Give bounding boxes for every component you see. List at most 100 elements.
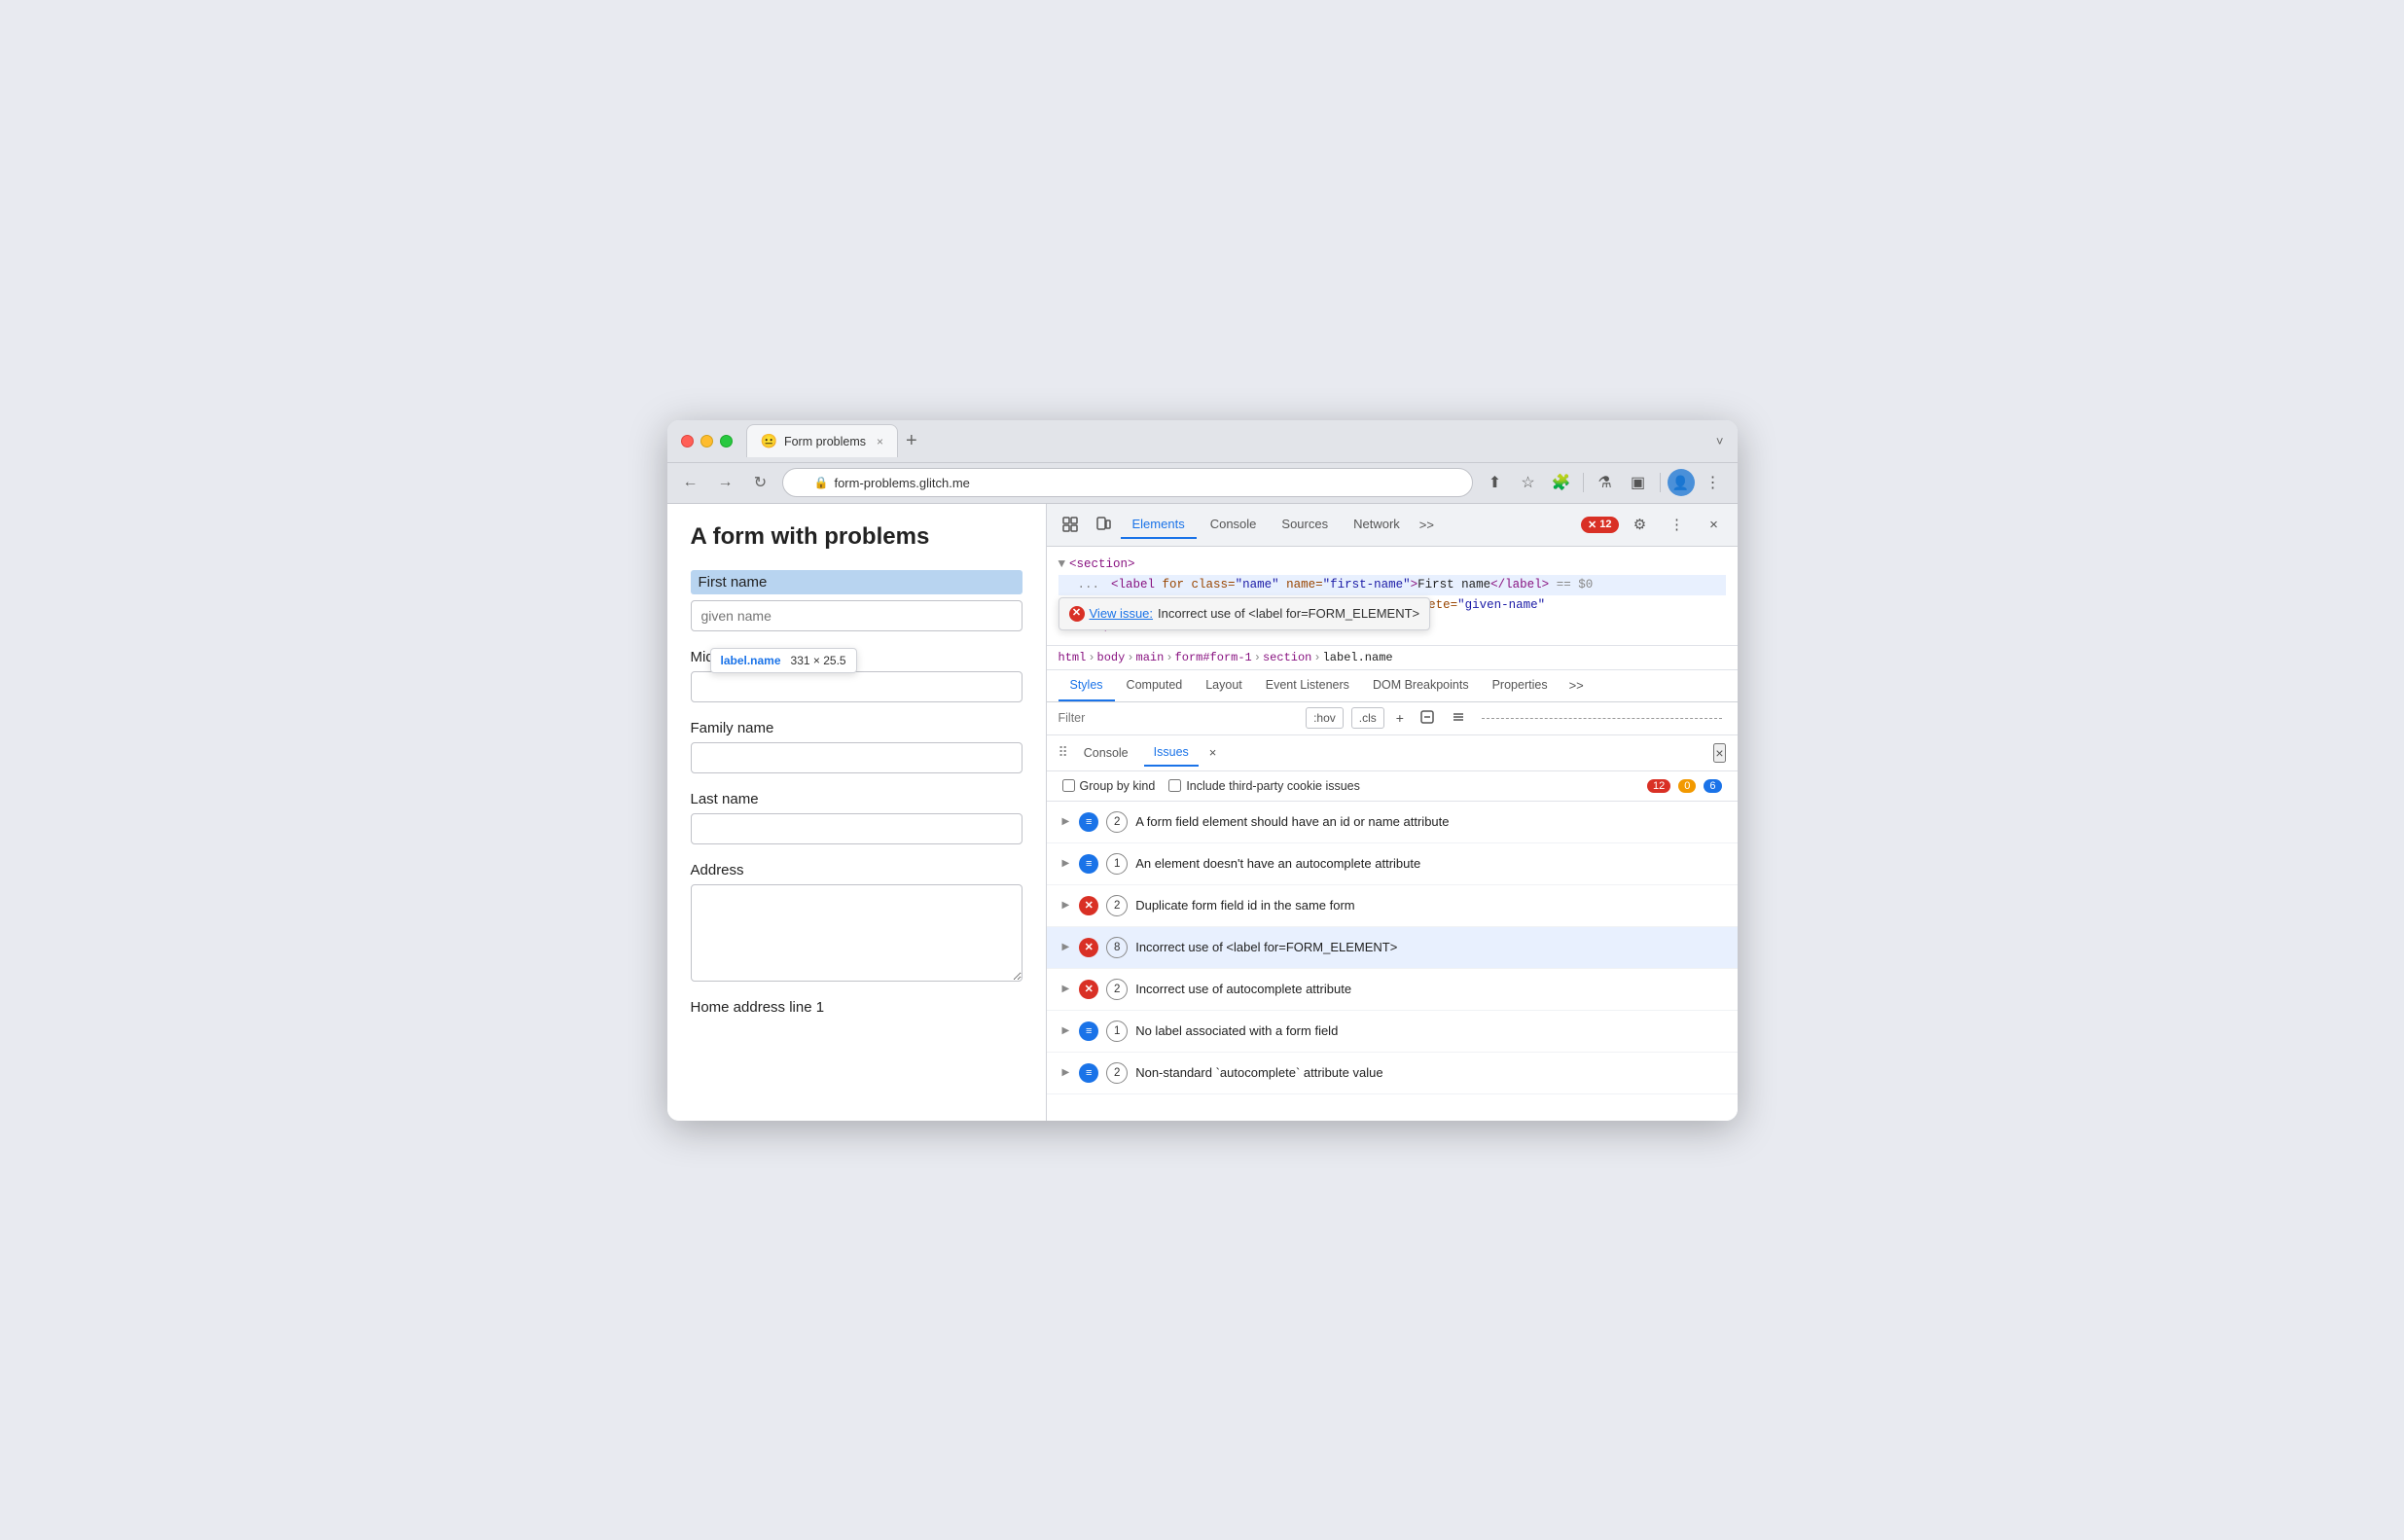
profile-button[interactable]: 👤 <box>1668 469 1695 496</box>
issues-filter-bar: Group by kind Include third-party cookie… <box>1047 771 1738 802</box>
group-by-kind-label[interactable]: Group by kind <box>1062 779 1156 793</box>
back-button[interactable]: ← <box>677 469 704 496</box>
breadcrumb-label[interactable]: label.name <box>1323 651 1393 664</box>
devtools-more-button[interactable]: ⋮ <box>1662 509 1693 540</box>
sub-tab-event-listeners[interactable]: Event Listeners <box>1254 670 1361 701</box>
element-picker-button[interactable] <box>1055 509 1086 540</box>
add-style-rule-button[interactable]: + <box>1392 708 1408 728</box>
issue-type-icon: ≡ <box>1079 854 1098 874</box>
issue-expand-icon[interactable]: ▶ <box>1062 942 1070 952</box>
drag-handle[interactable]: ⠿ <box>1058 744 1068 761</box>
new-tab-button[interactable]: + <box>898 430 925 452</box>
force-state-button[interactable] <box>1416 707 1439 730</box>
devtools-tab-elements[interactable]: Elements <box>1121 511 1197 539</box>
lock-icon: 🔒 <box>814 476 829 489</box>
devtools-tab-more[interactable]: >> <box>1414 518 1440 532</box>
sub-tab-dom-breakpoints[interactable]: DOM Breakpoints <box>1361 670 1481 701</box>
forward-button[interactable]: → <box>712 469 739 496</box>
third-party-text: Include third-party cookie issues <box>1186 779 1360 793</box>
issue-row[interactable]: ▶ ≡ 2 A form field element should have a… <box>1047 802 1738 843</box>
issue-expand-icon[interactable]: ▶ <box>1062 1067 1070 1078</box>
bottom-tab-issues[interactable]: Issues <box>1144 739 1199 767</box>
address-text: form-problems.glitch.me <box>834 476 969 490</box>
issue-label: Non-standard `autocomplete` attribute va… <box>1135 1065 1721 1080</box>
close-traffic-light[interactable] <box>681 435 694 448</box>
browser-tab[interactable]: 😐 Form problems × <box>746 424 899 457</box>
class-button[interactable]: .cls <box>1351 707 1384 729</box>
filter-input[interactable] <box>1058 711 1299 725</box>
issues-counts: 12 0 6 <box>1647 779 1722 793</box>
share-button[interactable]: ⬆ <box>1481 468 1510 497</box>
error-count-number: 12 <box>1647 779 1670 793</box>
issue-expand-icon[interactable]: ▶ <box>1062 816 1070 827</box>
breadcrumb-body[interactable]: body <box>1097 651 1126 664</box>
issue-row[interactable]: ▶ ✕ 2 Duplicate form field id in the sam… <box>1047 885 1738 927</box>
issue-expand-icon[interactable]: ▶ <box>1062 984 1070 994</box>
device-toolbar-button[interactable] <box>1088 509 1119 540</box>
devtools-tab-network[interactable]: Network <box>1342 511 1412 539</box>
title-bar: 😐 Form problems × + ˅ <box>667 420 1738 463</box>
bookmark-button[interactable]: ☆ <box>1514 468 1543 497</box>
filter-bar: :hov .cls + <box>1047 702 1738 735</box>
sub-tab-properties[interactable]: Properties <box>1481 670 1560 701</box>
pseudo-class-button[interactable]: :hov <box>1306 707 1344 729</box>
dom-line-label[interactable]: ... <label for class="name" name="first-… <box>1058 575 1726 595</box>
error-count: 12 <box>1599 519 1611 530</box>
third-party-label[interactable]: Include third-party cookie issues <box>1168 779 1360 793</box>
family-name-input[interactable] <box>691 742 1023 773</box>
breadcrumb-form[interactable]: form#form-1 <box>1175 651 1252 664</box>
last-name-input[interactable] <box>691 813 1023 844</box>
labs-button[interactable]: ⚗ <box>1591 468 1620 497</box>
breadcrumb-html[interactable]: html <box>1058 651 1087 664</box>
issue-expand-icon[interactable]: ▶ <box>1062 1025 1070 1036</box>
issue-row[interactable]: ▶ ≡ 1 No label associated with a form fi… <box>1047 1011 1738 1053</box>
issue-expand-icon[interactable]: ▶ <box>1062 858 1070 869</box>
third-party-checkbox[interactable] <box>1168 779 1181 792</box>
form-group-homeaddress: Home address line 1 <box>691 999 1023 1016</box>
sub-tab-layout[interactable]: Layout <box>1194 670 1254 701</box>
refresh-button[interactable]: ↻ <box>747 469 774 496</box>
breadcrumb-section[interactable]: section <box>1263 651 1311 664</box>
address-input[interactable] <box>691 884 1023 982</box>
devtools-close-button[interactable]: × <box>1699 509 1730 540</box>
devtools-tab-console[interactable]: Console <box>1199 511 1269 539</box>
issue-type-icon: ✕ <box>1079 938 1098 957</box>
group-by-kind-checkbox[interactable] <box>1062 779 1075 792</box>
tab-close-button[interactable]: × <box>877 435 883 448</box>
devtools-topbar: Elements Console Sources Network >> ✕ 12… <box>1047 504 1738 547</box>
address-label: Address <box>691 862 1023 878</box>
dom-section-tag: <section> <box>1069 555 1135 575</box>
issue-row[interactable]: ▶ ≡ 1 An element doesn't have an autocom… <box>1047 843 1738 885</box>
bottom-tab-console[interactable]: Console <box>1074 740 1138 766</box>
expand-panel-button[interactable] <box>1447 707 1470 730</box>
devtools-settings-button[interactable]: ⚙ <box>1625 509 1656 540</box>
toolbar-icons: ⬆ ☆ 🧩 ⚗ ▣ 👤 ⋮ <box>1481 468 1728 497</box>
issue-row-highlighted[interactable]: ▶ ✕ 8 Incorrect use of <label for=FORM_E… <box>1047 927 1738 969</box>
issues-tab-close[interactable]: × <box>1204 743 1222 762</box>
breadcrumb-main[interactable]: main <box>1136 651 1165 664</box>
extensions-button[interactable]: 🧩 <box>1547 468 1576 497</box>
issue-label: A form field element should have an id o… <box>1135 814 1721 829</box>
more-button[interactable]: ⋮ <box>1699 468 1728 497</box>
issue-row[interactable]: ▶ ✕ 2 Incorrect use of autocomplete attr… <box>1047 969 1738 1011</box>
sub-tab-styles[interactable]: Styles <box>1058 670 1115 701</box>
inline-tooltip-link[interactable]: View issue: <box>1090 603 1154 625</box>
devtools-toggle-button[interactable]: ▣ <box>1624 468 1653 497</box>
bottom-panel-close[interactable]: × <box>1713 743 1725 763</box>
sub-tab-computed[interactable]: Computed <box>1115 670 1195 701</box>
middle-name-input[interactable] <box>691 671 1023 702</box>
issue-type-icon: ✕ <box>1079 980 1098 999</box>
first-name-input[interactable] <box>691 600 1023 631</box>
tab-list-button[interactable]: ˅ <box>1716 434 1724 448</box>
issue-row[interactable]: ▶ ≡ 2 Non-standard `autocomplete` attrib… <box>1047 1053 1738 1094</box>
devtools-tab-sources[interactable]: Sources <box>1270 511 1340 539</box>
minimize-traffic-light[interactable] <box>700 435 713 448</box>
maximize-traffic-light[interactable] <box>720 435 733 448</box>
first-name-label: First name <box>691 570 1023 594</box>
issue-expand-icon[interactable]: ▶ <box>1062 900 1070 911</box>
sub-tab-more[interactable]: >> <box>1563 678 1590 693</box>
dom-expand-section[interactable]: ▼ <box>1058 555 1066 575</box>
element-tooltip: label.name 331 × 25.5 <box>710 648 857 673</box>
address-input[interactable]: 🔒 form-problems.glitch.me <box>782 468 1473 497</box>
issue-label: Duplicate form field id in the same form <box>1135 898 1721 913</box>
